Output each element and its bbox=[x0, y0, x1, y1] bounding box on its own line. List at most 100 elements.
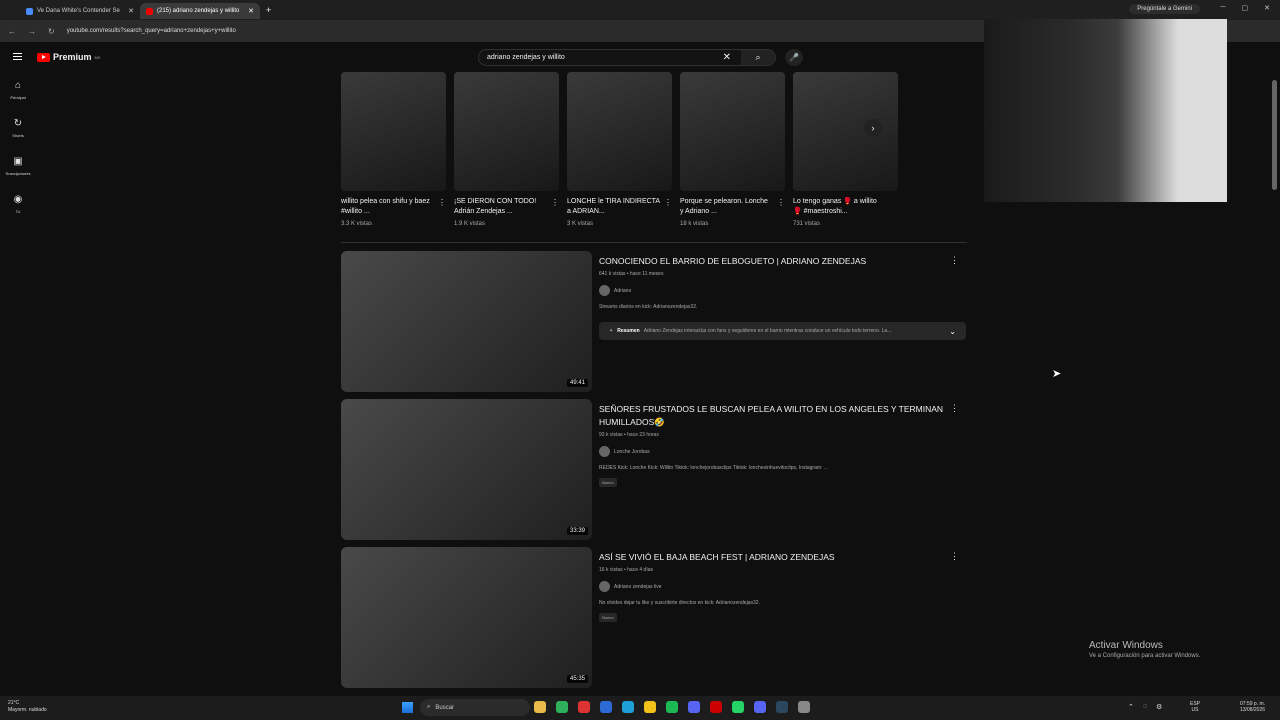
short-title[interactable]: willito pelea con shifu y baez #willito … bbox=[341, 197, 446, 219]
video-description: Streams diarios en kick: Adrianozendejas… bbox=[599, 304, 698, 310]
spotify-icon[interactable] bbox=[666, 701, 678, 713]
video-thumbnail[interactable]: 33:39 bbox=[341, 399, 592, 540]
clear-search-icon[interactable]: ✕ bbox=[723, 52, 741, 63]
taskbar-search-label: Buscar bbox=[435, 704, 455, 711]
channel-name[interactable]: Lonche Jorobas bbox=[614, 449, 650, 455]
more-options-icon[interactable]: ⋮ bbox=[664, 198, 672, 207]
close-icon[interactable]: ✕ bbox=[248, 7, 254, 15]
avatar[interactable] bbox=[599, 581, 610, 592]
search-box[interactable]: adriano zendejas y willito ✕ ⌕ bbox=[478, 49, 776, 66]
video-title[interactable]: ASÍ SE VIVIÓ EL BAJA BEACH FEST | ADRIAN… bbox=[599, 551, 949, 564]
window-controls: ─ ▢ ✕ bbox=[1221, 4, 1270, 12]
edge-icon[interactable] bbox=[622, 701, 634, 713]
channel-link[interactable]: Adriano bbox=[599, 285, 949, 296]
more-options-icon[interactable]: ⋮ bbox=[551, 198, 559, 207]
app-icon[interactable] bbox=[798, 701, 810, 713]
url-field[interactable]: youtube.com/results?search_query=adriano… bbox=[67, 28, 236, 34]
app-icon[interactable] bbox=[754, 701, 766, 713]
activation-title: Activar Windows bbox=[1089, 640, 1163, 651]
back-icon[interactable]: ← bbox=[8, 27, 16, 36]
taskbar-search[interactable]: ⌕ Buscar bbox=[420, 699, 530, 716]
language-indicator[interactable]: ESP US bbox=[1190, 701, 1200, 713]
short-thumbnail[interactable] bbox=[454, 72, 559, 191]
new-tab-button[interactable]: + bbox=[266, 5, 271, 15]
video-result[interactable]: 49:41 CONOCIENDO EL BARRIO DE ELBOGUETO … bbox=[341, 251, 967, 392]
avatar[interactable] bbox=[599, 446, 610, 457]
short-title[interactable]: LONCHE le TIRA INDIRECTA a ADRIAN... bbox=[567, 197, 672, 219]
video-title[interactable]: CONOCIENDO EL BARRIO DE ELBOGUETO | ADRI… bbox=[599, 255, 949, 268]
maximize-icon[interactable]: ▢ bbox=[1242, 4, 1249, 12]
short-card[interactable]: Lo tengo ganas 🥊 a willito 🥊 #maestroshi… bbox=[793, 72, 898, 227]
close-icon[interactable]: ✕ bbox=[128, 7, 134, 15]
more-options-icon[interactable]: ⋮ bbox=[950, 255, 959, 266]
channel-name[interactable]: Adriano bbox=[614, 288, 631, 294]
short-title[interactable]: ¡SE DIERON CON TODO! Adrián Zendejas ... bbox=[454, 197, 559, 219]
sidebar-item-tu[interactable]: ◉ Tú bbox=[0, 194, 36, 232]
reload-icon[interactable]: ↻ bbox=[48, 27, 55, 36]
channel-name[interactable]: Adriano zendejas live bbox=[614, 584, 662, 590]
video-meta: 16 k vistas • hace 4 días bbox=[599, 567, 654, 573]
video-description: REDES Kick: Lonche Kick: Willito Tiktok:… bbox=[599, 465, 828, 471]
short-title[interactable]: Porque se pelearon. Lonche y Adriano ... bbox=[680, 197, 785, 219]
steam-icon[interactable] bbox=[776, 701, 788, 713]
network-icon[interactable]: ◌ bbox=[1143, 703, 1147, 711]
scrollbar[interactable] bbox=[1272, 80, 1277, 190]
video-thumbnail[interactable]: 49:41 bbox=[341, 251, 592, 392]
chrome-icon[interactable] bbox=[644, 701, 656, 713]
short-card[interactable]: willito pelea con shifu y baez #willito … bbox=[341, 72, 446, 227]
weather-widget[interactable]: 21°C Mayorm. nublado bbox=[8, 700, 47, 714]
channel-link[interactable]: Adriano zendejas live bbox=[599, 581, 949, 592]
clock-date: 13/08/2026 bbox=[1240, 707, 1266, 713]
youtube-logo[interactable]: Premium MX bbox=[37, 52, 101, 62]
summary-panel[interactable]: ✦ Resumen Adriano Zendejas interactúa co… bbox=[599, 322, 966, 340]
browser-tab[interactable]: Ve Dana White's Contender Se ✕ bbox=[20, 3, 140, 19]
more-options-icon[interactable]: ⋮ bbox=[950, 403, 959, 414]
search-icon[interactable]: ⌕ bbox=[741, 50, 775, 65]
windows-start-icon[interactable] bbox=[402, 702, 413, 713]
short-thumbnail[interactable] bbox=[341, 72, 446, 191]
more-options-icon[interactable]: ⋮ bbox=[777, 198, 785, 207]
app-icon[interactable] bbox=[600, 701, 612, 713]
short-card[interactable]: LONCHE le TIRA INDIRECTA a ADRIAN... 3 K… bbox=[567, 72, 672, 227]
forward-icon[interactable]: → bbox=[28, 27, 36, 36]
chevron-up-icon[interactable]: ⌃ bbox=[1128, 703, 1134, 711]
youtube-play-icon bbox=[37, 52, 50, 62]
clock[interactable]: 07:59 p. m. 13/08/2026 bbox=[1240, 701, 1265, 713]
video-result[interactable]: 45:35 ASÍ SE VIVIÓ EL BAJA BEACH FEST | … bbox=[341, 547, 967, 688]
discord-icon[interactable] bbox=[688, 701, 700, 713]
gemini-button[interactable]: Pregúntale a Gemini bbox=[1129, 4, 1200, 14]
short-thumbnail[interactable] bbox=[793, 72, 898, 191]
shorts-icon: ↻ bbox=[13, 118, 23, 129]
weather-desc: Mayorm. nublado bbox=[8, 707, 47, 713]
search-input[interactable]: adriano zendejas y willito bbox=[479, 54, 723, 61]
sidebar-item-principal[interactable]: ⌂ Principal bbox=[0, 80, 36, 118]
browser-tab-active[interactable]: (215) adriano zendejas y willito ✕ bbox=[140, 3, 260, 19]
video-result[interactable]: 33:39 SEÑORES FRUSTADOS LE BUSCAN PELEA … bbox=[341, 399, 967, 540]
short-card[interactable]: ¡SE DIERON CON TODO! Adrián Zendejas ...… bbox=[454, 72, 559, 227]
short-card[interactable]: Porque se pelearon. Lonche y Adriano ...… bbox=[680, 72, 785, 227]
video-thumbnail[interactable]: 45:35 bbox=[341, 547, 592, 688]
sidebar-item-label: Suscripciones bbox=[5, 171, 31, 176]
chevron-down-icon[interactable]: ⌄ bbox=[949, 327, 956, 336]
short-thumbnail[interactable] bbox=[680, 72, 785, 191]
short-thumbnail[interactable] bbox=[567, 72, 672, 191]
app-icon[interactable] bbox=[556, 701, 568, 713]
minimize-icon[interactable]: ─ bbox=[1221, 4, 1226, 12]
whatsapp-icon[interactable] bbox=[732, 701, 744, 713]
more-options-icon[interactable]: ⋮ bbox=[438, 198, 446, 207]
menu-icon[interactable] bbox=[13, 53, 22, 60]
file-explorer-icon[interactable] bbox=[534, 701, 546, 713]
app-icon[interactable] bbox=[710, 701, 722, 713]
settings-icon[interactable]: ⚙ bbox=[1156, 703, 1162, 711]
sidebar-item-suscripciones[interactable]: ▣ Suscripciones bbox=[0, 156, 36, 194]
app-icon[interactable] bbox=[578, 701, 590, 713]
close-window-icon[interactable]: ✕ bbox=[1264, 4, 1270, 12]
avatar[interactable] bbox=[599, 285, 610, 296]
more-options-icon[interactable]: ⋮ bbox=[950, 551, 959, 562]
shelf-next-icon[interactable]: › bbox=[864, 119, 882, 137]
video-title[interactable]: SEÑORES FRUSTADOS LE BUSCAN PELEA A WILI… bbox=[599, 403, 949, 429]
channel-link[interactable]: Lonche Jorobas bbox=[599, 446, 949, 457]
short-title[interactable]: Lo tengo ganas 🥊 a willito 🥊 #maestroshi… bbox=[793, 197, 898, 219]
microphone-icon[interactable]: 🎤 bbox=[785, 49, 803, 66]
sidebar-item-shorts[interactable]: ↻ Shorts bbox=[0, 118, 36, 156]
